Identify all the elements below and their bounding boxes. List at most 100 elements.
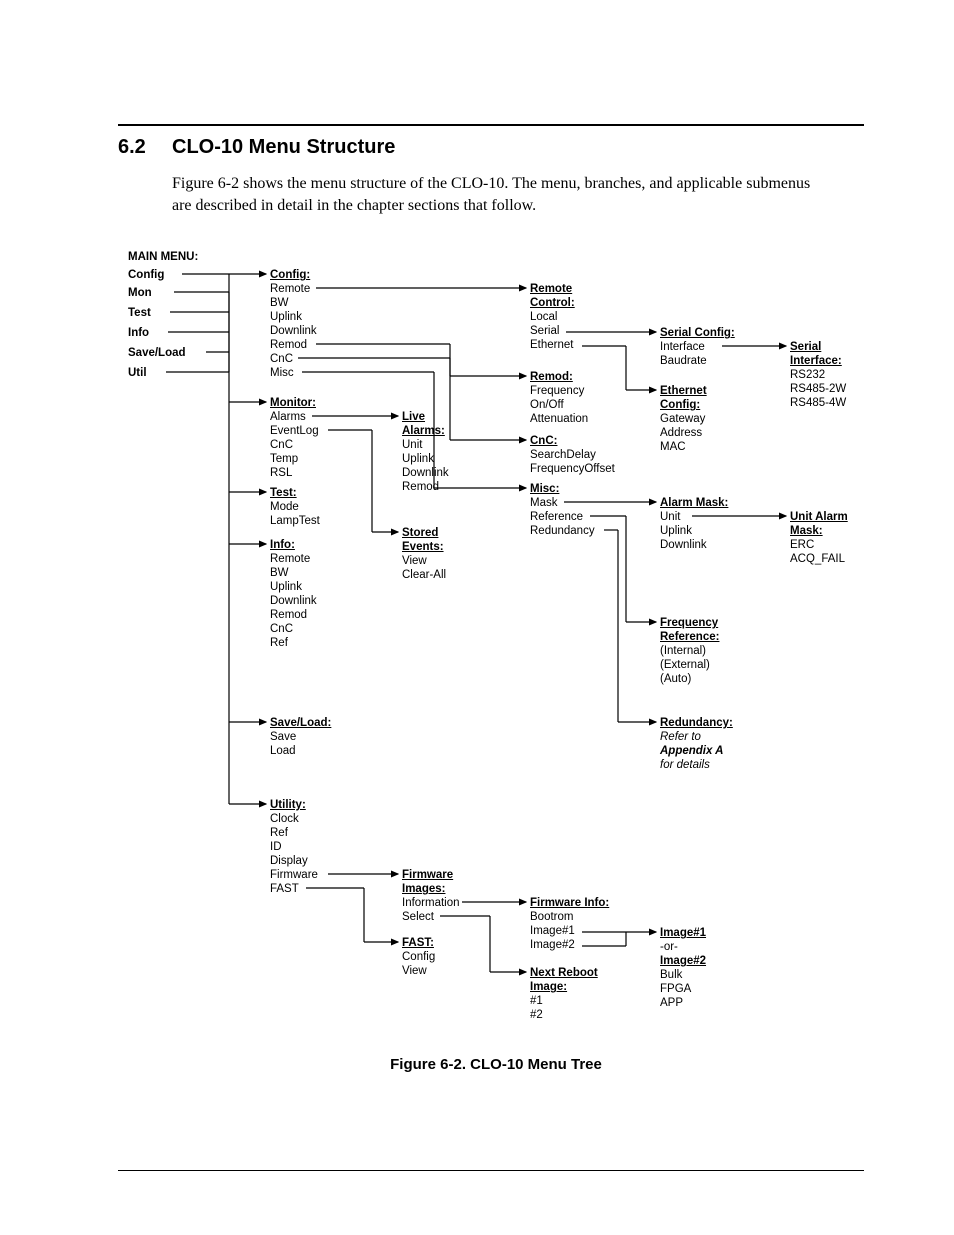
remote-item: Serial [530, 324, 559, 338]
fast-item: Config [402, 950, 435, 964]
info-item: Downlink [270, 594, 317, 608]
section-heading: 6.2 CLO-10 Menu Structure [118, 136, 864, 159]
freqref-item: (Auto) [660, 672, 691, 686]
cnc-item: FrequencyOffset [530, 462, 615, 476]
stored-item: Clear-All [402, 568, 446, 582]
config-item: CnC [270, 352, 293, 366]
fwinfo-item: Image#2 [530, 938, 575, 952]
saveload-title: Save/Load: [270, 716, 331, 730]
section-title: CLO-10 Menu Structure [172, 136, 395, 159]
main-item: Save/Load [128, 346, 186, 360]
utility-item: Firmware [270, 868, 318, 882]
alarmmask-item: Unit [660, 510, 680, 524]
figure-caption: Figure 6-2. CLO-10 Menu Tree [128, 1056, 864, 1073]
live-item: Unit [402, 438, 422, 452]
figure-wrap: MAIN MENU: Config Mon Test Info Save/Loa… [128, 244, 864, 1073]
info-item: Remote [270, 552, 310, 566]
main-item: Info [128, 326, 149, 340]
section-number: 6.2 [118, 136, 172, 159]
ethcfg-item: MAC [660, 440, 686, 454]
live-sub: Alarms: [402, 424, 445, 438]
nextreboot-item: #2 [530, 1008, 543, 1022]
image2-title: Image#2 [660, 954, 706, 968]
remod-item: On/Off [530, 398, 564, 412]
freqref-item: (External) [660, 658, 710, 672]
image-item: APP [660, 996, 683, 1010]
freqref-sub: Reference: [660, 630, 719, 644]
fast-title: FAST: [402, 936, 434, 950]
redund-note: Refer to [660, 730, 701, 744]
utility-title: Utility: [270, 798, 306, 812]
main-item: Util [128, 366, 147, 380]
nextreboot-title: Next Reboot [530, 966, 598, 980]
nextreboot-item: #1 [530, 994, 543, 1008]
fast-item: View [402, 964, 427, 978]
config-item: Misc [270, 366, 294, 380]
remote-item: Ethernet [530, 338, 573, 352]
info-item: BW [270, 566, 289, 580]
monitor-title: Monitor: [270, 396, 316, 410]
alarmmask-title: Alarm Mask: [660, 496, 728, 510]
remod-title: Remod: [530, 370, 573, 384]
config-item: Remote [270, 282, 310, 296]
main-item: Test [128, 306, 151, 320]
main-menu-label: MAIN MENU: [128, 250, 198, 264]
monitor-item: EventLog [270, 424, 319, 438]
image-or: -or- [660, 940, 678, 954]
serialif-item: RS232 [790, 368, 825, 382]
intro-paragraph: Figure 6-2 shows the menu structure of t… [172, 173, 812, 216]
main-item: Config [128, 268, 164, 282]
stored-item: View [402, 554, 427, 568]
remod-item: Frequency [530, 384, 584, 398]
test-item: LampTest [270, 514, 320, 528]
unitalarm-title: Unit Alarm [790, 510, 848, 524]
live-title: Live [402, 410, 425, 424]
config-item: Remod [270, 338, 307, 352]
stored-title: Stored [402, 526, 438, 540]
alarmmask-item: Uplink [660, 524, 692, 538]
config-item: Downlink [270, 324, 317, 338]
unitalarm-item: ERC [790, 538, 814, 552]
serialif-title: Serial [790, 340, 821, 354]
connectors [128, 244, 868, 1034]
redund-title: Redundancy: [660, 716, 733, 730]
fwinfo-item: Bootrom [530, 910, 573, 924]
saveload-item: Load [270, 744, 296, 758]
serialcfg-item: Interface [660, 340, 705, 354]
test-title: Test: [270, 486, 297, 500]
monitor-item: RSL [270, 466, 292, 480]
live-item: Uplink [402, 452, 434, 466]
saveload-item: Save [270, 730, 296, 744]
top-rule [118, 124, 864, 126]
ethcfg-item: Address [660, 426, 702, 440]
test-item: Mode [270, 500, 299, 514]
firmware-title: Firmware [402, 868, 453, 882]
stored-sub: Events: [402, 540, 444, 554]
config-item: BW [270, 296, 289, 310]
bottom-rule [118, 1170, 864, 1171]
cnc-item: SearchDelay [530, 448, 596, 462]
ethcfg-title: Ethernet [660, 384, 707, 398]
utility-item: ID [270, 840, 282, 854]
live-item: Remod [402, 480, 439, 494]
image-item: FPGA [660, 982, 691, 996]
unitalarm-sub: Mask: [790, 524, 823, 538]
monitor-item: Alarms [270, 410, 306, 424]
info-item: Ref [270, 636, 288, 650]
alarmmask-item: Downlink [660, 538, 707, 552]
redund-note: for details [660, 758, 710, 772]
monitor-item: Temp [270, 452, 298, 466]
fwinfo-item: Image#1 [530, 924, 575, 938]
firmware-item: Information [402, 896, 460, 910]
redund-note: Appendix A [660, 744, 723, 758]
unitalarm-item: ACQ_FAIL [790, 552, 845, 566]
remote-sub: Control: [530, 296, 575, 310]
monitor-item: CnC [270, 438, 293, 452]
config-item: Uplink [270, 310, 302, 324]
nextreboot-sub: Image: [530, 980, 567, 994]
firmware-sub: Images: [402, 882, 445, 896]
info-title: Info: [270, 538, 295, 552]
info-item: Uplink [270, 580, 302, 594]
freqref-item: (Internal) [660, 644, 706, 658]
info-item: Remod [270, 608, 307, 622]
